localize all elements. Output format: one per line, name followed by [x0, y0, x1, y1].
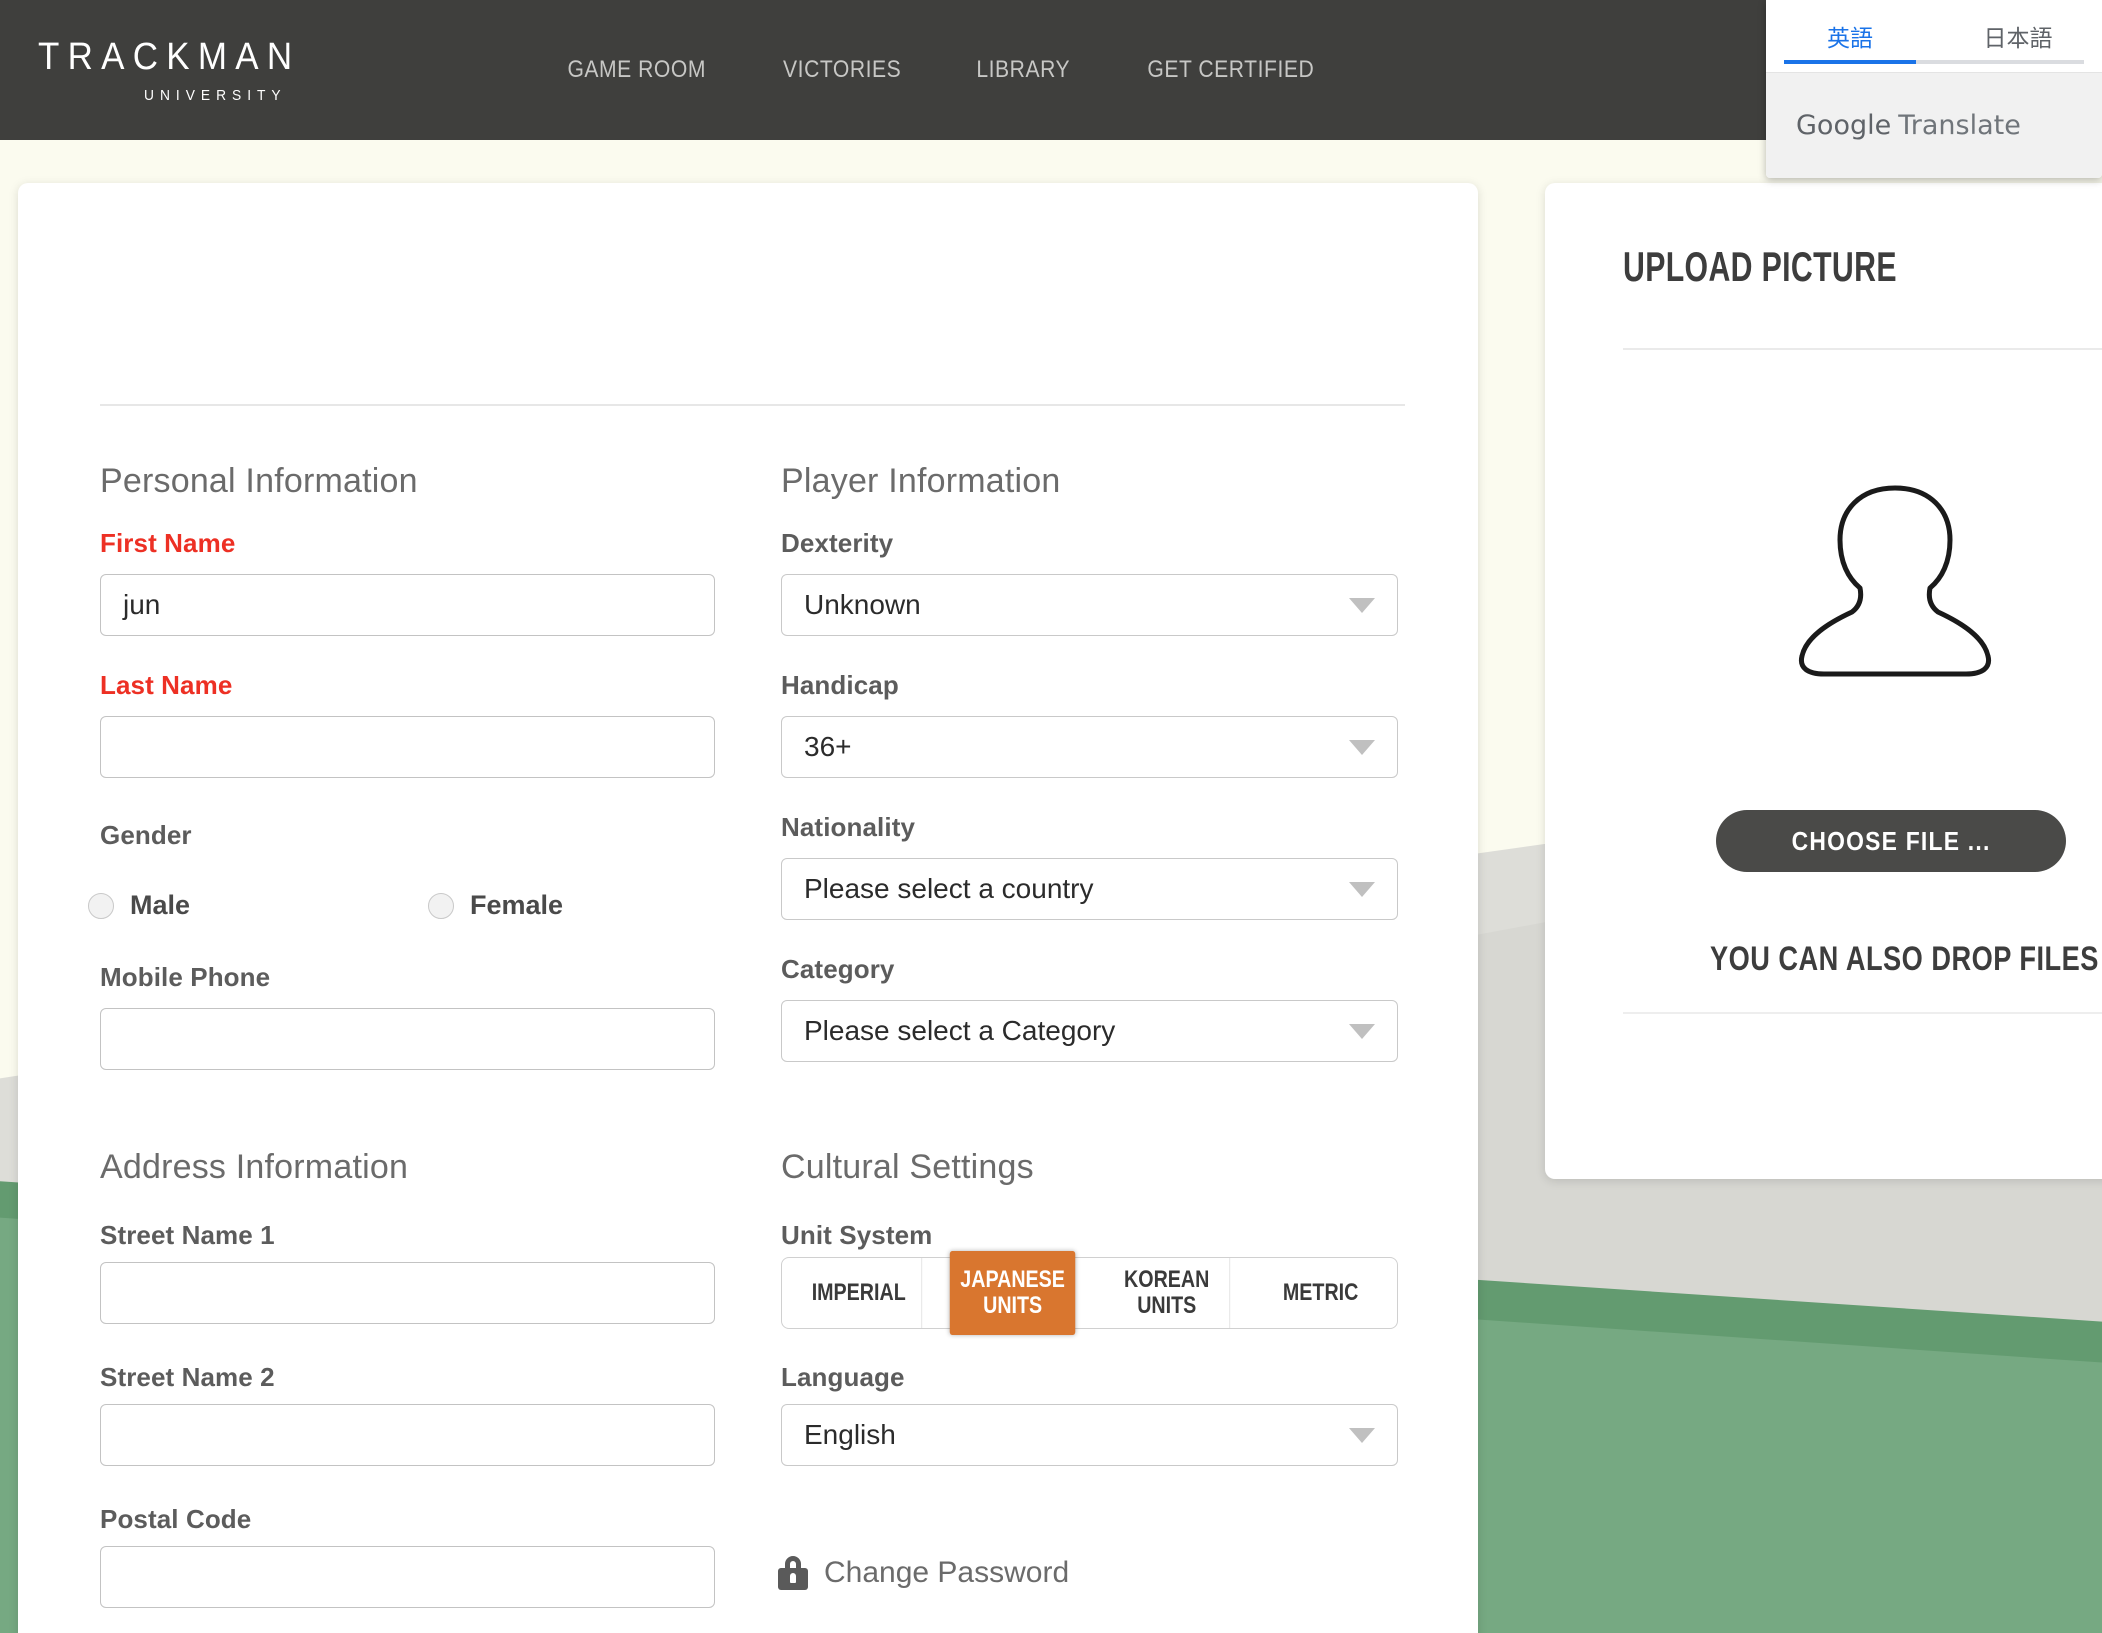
input-last-name[interactable]	[100, 716, 715, 778]
chevron-down-icon	[1349, 881, 1375, 897]
label-category: Category	[781, 954, 895, 984]
chevron-down-icon	[1349, 739, 1375, 755]
nav-item-game-room[interactable]: GAME ROOM	[541, 50, 732, 90]
input-first-name[interactable]: jun	[100, 574, 715, 636]
label-first-name: First Name	[100, 528, 236, 558]
upload-picture-title: UPLOAD PICTURE	[1623, 243, 1897, 290]
radio-indicator-male	[88, 892, 114, 919]
chevron-down-icon	[1349, 597, 1375, 613]
select-category[interactable]: Please select a Category	[781, 1000, 1398, 1062]
section-title-personal-information: Personal Information	[100, 462, 418, 500]
section-title-cultural-settings: Cultural Settings	[781, 1148, 1034, 1186]
select-handicap[interactable]: 36+	[781, 716, 1398, 778]
main-navigation: GAME ROOM VICTORIES LIBRARY GET CERTIFIE…	[528, 50, 1356, 90]
logo-secondary-text: UNIVERSITY	[144, 86, 287, 104]
input-mobile-phone[interactable]	[100, 1008, 715, 1070]
upload-picture-card	[1545, 183, 2102, 1179]
select-dexterity[interactable]: Unknown	[781, 574, 1398, 636]
google-wordmark: Google	[1796, 110, 1892, 141]
select-language[interactable]: English	[781, 1404, 1398, 1466]
label-unit-system: Unit System	[781, 1220, 933, 1250]
label-last-name: Last Name	[100, 670, 233, 700]
select-nationality-value: Please select a country	[804, 873, 1094, 904]
avatar-placeholder-icon	[1798, 485, 1992, 677]
select-handicap-value: 36+	[804, 731, 852, 762]
upload-title-divider	[1623, 348, 2102, 350]
label-street-name-2: Street Name 2	[100, 1362, 275, 1392]
section-title-player-information: Player Information	[781, 462, 1061, 500]
lock-icon	[778, 1556, 808, 1590]
google-translate-popup: 英語 日本語 Google Translate	[1766, 0, 2102, 178]
unit-option-korean-units[interactable]: KOREAN UNITS	[1103, 1258, 1230, 1328]
select-dexterity-value: Unknown	[804, 589, 921, 620]
label-dexterity: Dexterity	[781, 528, 894, 558]
header-divider	[100, 404, 1405, 406]
select-category-value: Please select a Category	[804, 1015, 1116, 1046]
translate-language-tabs: 英語 日本語	[1766, 0, 2102, 72]
radio-indicator-female	[428, 892, 454, 919]
logo[interactable]: TRACKMAN UNIVERSITY	[38, 38, 388, 103]
choose-file-label: CHOOSE FILE ...	[1791, 825, 1991, 856]
chevron-down-icon	[1349, 1023, 1375, 1039]
logo-primary-text: TRACKMAN	[38, 35, 301, 78]
chevron-down-icon	[1349, 1427, 1375, 1443]
nav-item-victories[interactable]: VICTORIES	[757, 50, 928, 90]
translate-wordmark: Translate	[1898, 110, 2021, 141]
upload-bottom-divider	[1623, 1012, 2102, 1014]
radio-label-male: Male	[130, 890, 191, 920]
nav-item-library[interactable]: LIBRARY	[950, 50, 1097, 90]
section-title-address-information: Address Information	[100, 1148, 409, 1186]
label-handicap: Handicap	[781, 670, 899, 700]
unit-option-metric[interactable]: METRIC	[1258, 1258, 1384, 1328]
nav-item-get-certified[interactable]: GET CERTIFIED	[1121, 50, 1341, 90]
choose-file-button[interactable]: CHOOSE FILE ...	[1716, 810, 2066, 872]
translate-active-tab-indicator	[1784, 60, 1916, 64]
label-street-name-1: Street Name 1	[100, 1220, 275, 1250]
label-nationality: Nationality	[781, 812, 916, 842]
select-nationality[interactable]: Please select a country	[781, 858, 1398, 920]
label-language: Language	[781, 1362, 905, 1392]
label-gender: Gender	[100, 820, 192, 850]
unit-option-japanese-units[interactable]: JAPANESE UNITS	[950, 1251, 1076, 1335]
change-password-label: Change Password	[824, 1556, 1070, 1589]
input-street-name-2[interactable]	[100, 1404, 715, 1466]
select-language-value: English	[804, 1419, 896, 1450]
input-postal-code[interactable]	[100, 1546, 715, 1608]
unit-option-imperial[interactable]: IMPERIAL	[796, 1258, 923, 1328]
label-mobile-phone: Mobile Phone	[100, 962, 271, 992]
unit-system-toggle-group: IMPERIAL JAPANESE UNITS KOREAN UNITS MET…	[781, 1251, 1398, 1335]
translate-branding-bar: Google Translate	[1766, 72, 2102, 178]
radio-label-female: Female	[470, 890, 564, 920]
drop-files-hint: YOU CAN ALSO DROP FILES	[1710, 940, 2099, 978]
input-street-name-1[interactable]	[100, 1262, 715, 1324]
radio-gender-male[interactable]: Male	[88, 890, 190, 921]
radio-gender-female[interactable]: Female	[428, 890, 563, 921]
label-postal-code: Postal Code	[100, 1504, 252, 1534]
change-password-link[interactable]: Change Password	[778, 1556, 1069, 1590]
